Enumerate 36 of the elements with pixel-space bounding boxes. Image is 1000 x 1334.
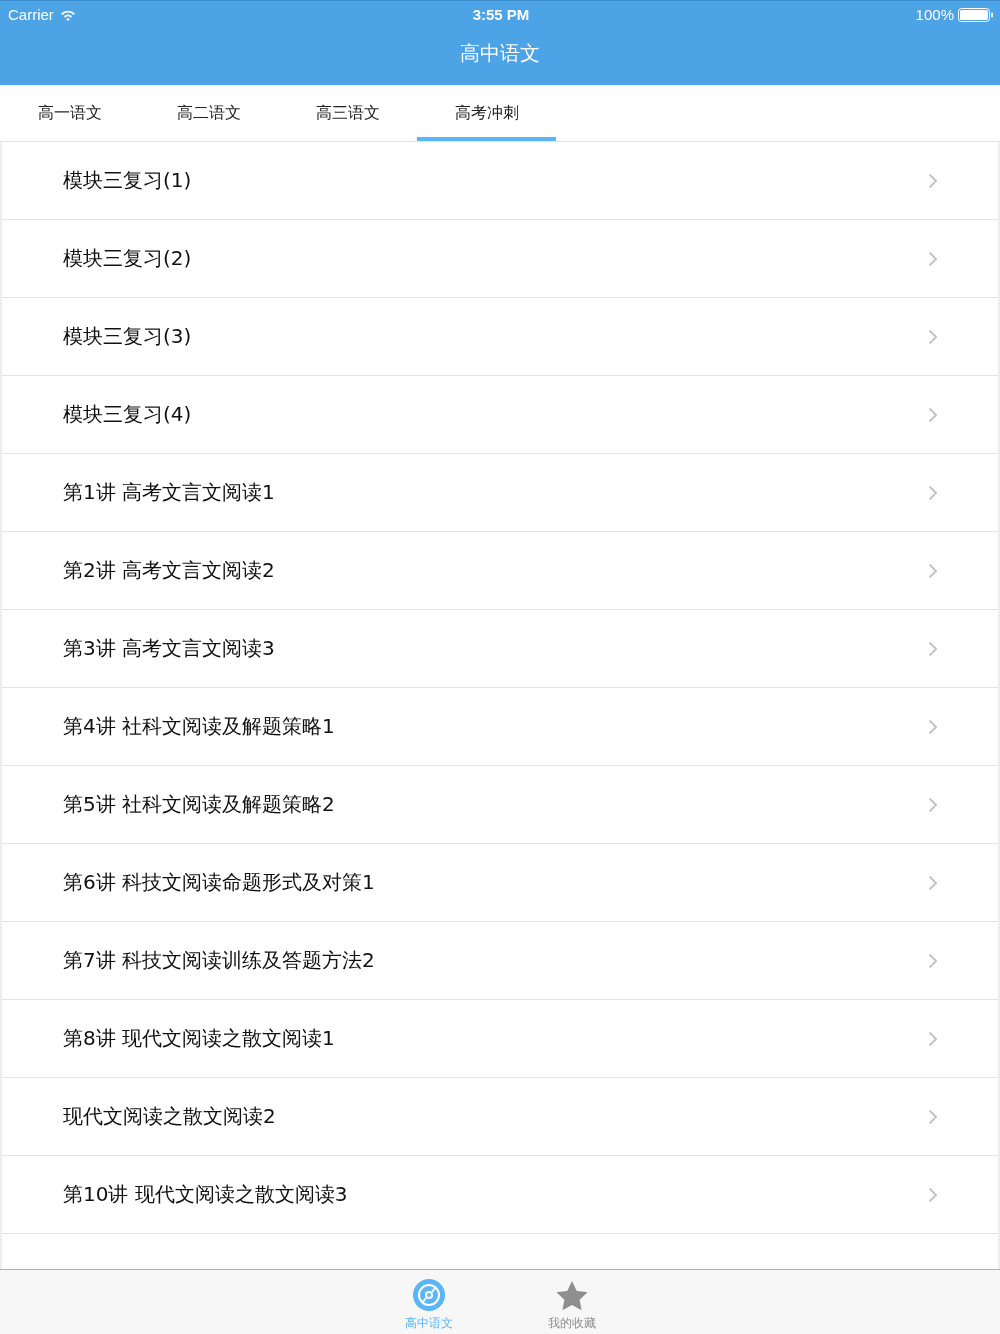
chevron-icon xyxy=(928,1030,938,1047)
list-row[interactable]: 第5讲 社科文阅读及解题策略2 xyxy=(2,766,998,844)
chevron-icon xyxy=(928,952,938,969)
list-row[interactable]: 第4讲 社科文阅读及解题策略1 xyxy=(2,688,998,766)
chevron-icon xyxy=(928,562,938,579)
carrier-label: Carrier xyxy=(8,6,54,23)
chevron-icon xyxy=(928,484,938,501)
chevron-icon xyxy=(928,640,938,657)
nav-title: 高中语文 xyxy=(459,40,541,67)
chevron-icon xyxy=(928,874,938,891)
disc-icon xyxy=(411,1278,446,1312)
chevron-icon xyxy=(928,718,938,735)
list-row[interactable]: 模块三复习(1) xyxy=(2,142,998,220)
battery-icon xyxy=(958,7,994,22)
star-icon xyxy=(554,1280,589,1312)
chevron-icon xyxy=(928,250,938,267)
chevron-icon xyxy=(928,1108,938,1125)
list-row[interactable]: 现代文阅读之散文阅读2 xyxy=(2,1078,998,1156)
chevron-icon xyxy=(928,796,938,813)
list-row[interactable]: 第1讲 高考文言文阅读1 xyxy=(2,454,998,532)
chevron-icon xyxy=(928,328,938,345)
list-row[interactable]: 第8讲 现代文阅读之散文阅读1 xyxy=(2,1000,998,1078)
chevron-icon xyxy=(928,406,938,423)
list-row[interactable]: 第6讲 科技文阅读命题形式及对策1 xyxy=(2,844,998,922)
list-row[interactable]: 模块三复习(3) xyxy=(2,298,998,376)
list-row[interactable]: 第3讲 高考文言文阅读3 xyxy=(2,610,998,688)
list-row[interactable]: 第10讲 现代文阅读之散文阅读3 xyxy=(2,1156,998,1234)
status-time: 3:55 PM xyxy=(472,6,530,23)
chevron-icon xyxy=(928,1186,938,1203)
list-row[interactable]: 第7讲 科技文阅读训练及答题方法2 xyxy=(2,922,998,1000)
chevron-icon xyxy=(928,172,938,189)
list-row[interactable]: 模块三复习(4) xyxy=(2,376,998,454)
wifi-icon xyxy=(59,8,76,21)
battery-percent: 100% xyxy=(915,6,954,23)
list-row[interactable]: 第2讲 高考文言文阅读2 xyxy=(2,532,998,610)
list-row[interactable]: 模块三复习(2) xyxy=(2,220,998,298)
